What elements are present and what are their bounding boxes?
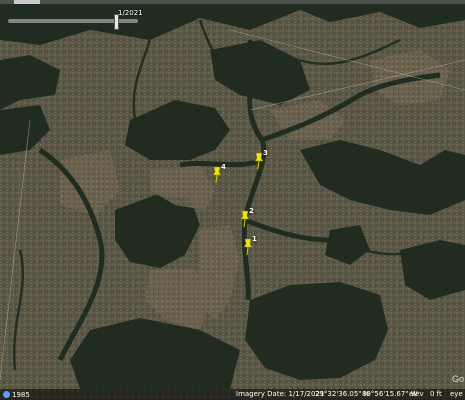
imagery-date: Imagery Date: 1/17/2021 xyxy=(236,390,325,398)
status-bar: 1985 Imagery Date: 1/17/2021 29°32'36.05… xyxy=(0,389,465,400)
placemark-label: 2 xyxy=(249,207,254,215)
historical-year-label: 1985 xyxy=(12,390,30,399)
google-logo: Go xyxy=(452,374,465,384)
historical-imagery-button[interactable]: 1985 xyxy=(3,390,30,399)
placemark-label: 1 xyxy=(252,235,257,243)
clock-icon xyxy=(3,391,10,398)
slider-date-label: 1/2021 xyxy=(118,9,143,17)
latitude-readout: 29°32'36.05" N xyxy=(315,390,369,398)
placemark-label: 3 xyxy=(263,149,268,157)
historical-imagery-slider[interactable]: 1/2021 xyxy=(6,9,143,30)
elevation-label: elev xyxy=(409,390,424,398)
elevation-value: 0 ft xyxy=(430,390,442,398)
placemark-pin[interactable]: 4 xyxy=(210,163,234,184)
placemark-pin[interactable]: 1 xyxy=(241,235,265,256)
placemark-pin[interactable]: 2 xyxy=(238,207,262,228)
placemark-label: 4 xyxy=(221,163,226,171)
eye-altitude-label: eye a xyxy=(450,390,465,398)
toolbar-strip xyxy=(0,0,465,4)
satellite-map[interactable] xyxy=(0,0,465,400)
placemark-pin[interactable]: 3 xyxy=(252,149,276,170)
toolbar-button[interactable] xyxy=(14,0,40,4)
